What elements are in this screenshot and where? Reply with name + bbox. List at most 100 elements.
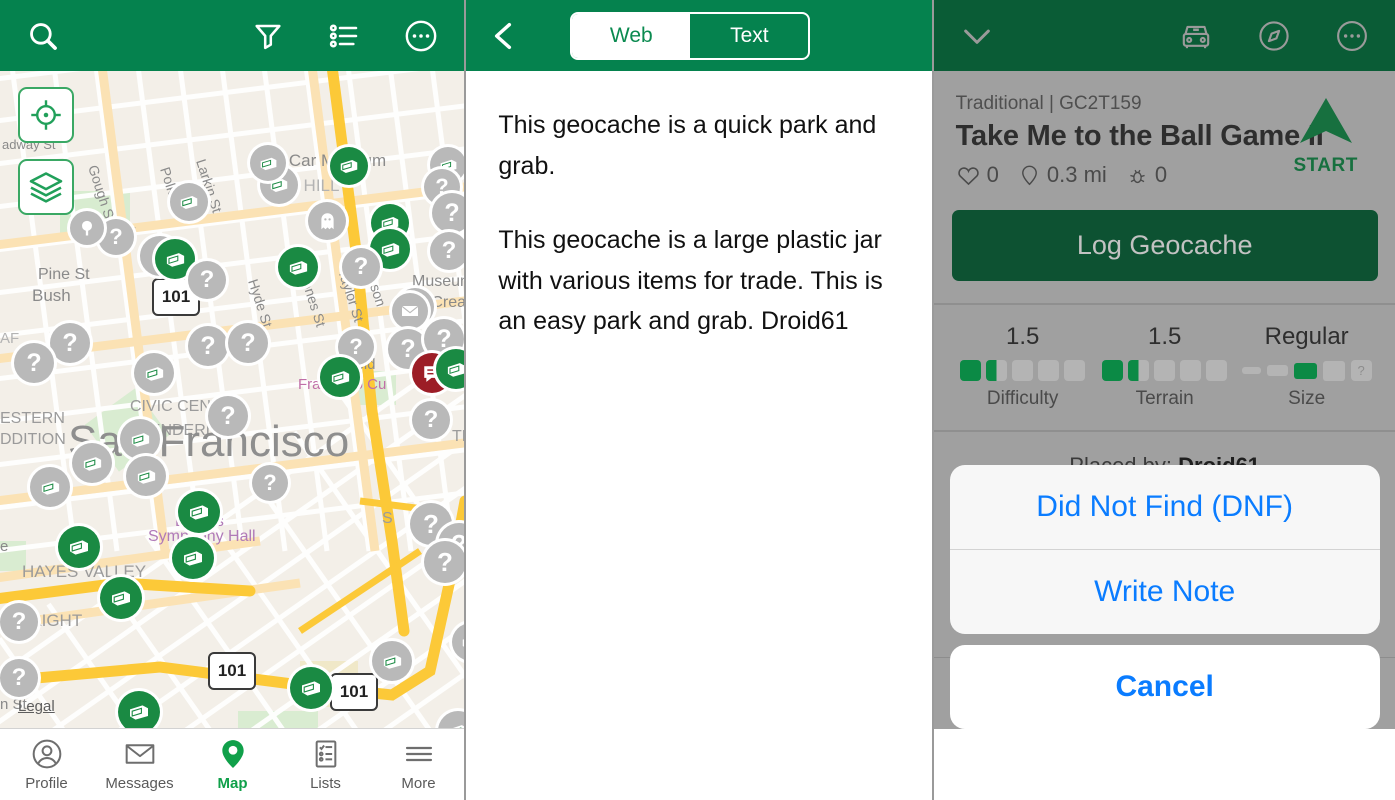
log-geocache-button[interactable]: Log Geocache xyxy=(951,210,1378,281)
cache-marker-cache-box[interactable] xyxy=(170,183,208,221)
map-label: e xyxy=(0,538,8,555)
compass-icon[interactable] xyxy=(1257,19,1291,53)
map-label: AF xyxy=(0,330,19,347)
cache-marker-question[interactable]: ? xyxy=(252,465,288,501)
favorites-stat: 0 xyxy=(956,162,999,188)
pip xyxy=(986,360,1008,381)
center-on-location-button[interactable] xyxy=(18,87,74,143)
cache-marker-cache-box[interactable] xyxy=(330,147,368,185)
difficulty-value: 1.5 xyxy=(1005,323,1040,350)
tab-messages[interactable]: Messages xyxy=(93,738,186,792)
map-pin-icon xyxy=(221,739,244,768)
cache-marker-tree[interactable] xyxy=(70,211,104,245)
start-navigation-button[interactable]: START xyxy=(1280,95,1372,177)
back-chevron-icon[interactable] xyxy=(488,20,520,52)
cache-marker-question[interactable]: ? xyxy=(188,326,228,366)
filter-funnel-icon[interactable] xyxy=(252,20,284,52)
cache-marker-question[interactable]: ? xyxy=(0,603,38,641)
cache-marker-question[interactable]: ? xyxy=(342,248,380,286)
trackable-bug-icon xyxy=(1130,169,1145,183)
navigation-arrow-icon xyxy=(1299,98,1352,143)
three-panel-screenshot: adway St Gough St Larkin St Polk St able Car… xyxy=(0,0,1395,800)
cache-marker-question[interactable]: ? xyxy=(432,193,465,233)
log-action-sheet: Did Not Find (DNF) Write Note Cancel xyxy=(949,465,1380,729)
pip xyxy=(1038,360,1060,381)
size-unknown: ? xyxy=(1350,360,1372,381)
cache-marker-cache-box[interactable] xyxy=(134,353,174,393)
map-layers-button[interactable] xyxy=(18,159,74,215)
cache-header xyxy=(933,0,1395,71)
cache-marker-question[interactable]: ? xyxy=(430,232,465,270)
cache-description: This geocache is a quick park and grab. … xyxy=(466,71,931,342)
cache-header-actions xyxy=(1179,19,1369,53)
map-label: Bush xyxy=(32,286,71,305)
action-did-not-find[interactable]: Did Not Find (DNF) xyxy=(950,465,1380,549)
cache-marker-question[interactable]: ? xyxy=(188,261,226,299)
tab-label: Lists xyxy=(310,774,341,792)
tab-label: Messages xyxy=(105,774,174,792)
cache-marker-question[interactable]: ? xyxy=(14,343,54,383)
size-regular xyxy=(1293,362,1317,379)
tab-map[interactable]: Map xyxy=(186,738,279,792)
pip xyxy=(1128,360,1150,381)
cache-marker-question[interactable]: ? xyxy=(0,659,38,697)
trackables-count: 0 xyxy=(1154,162,1168,187)
search-icon[interactable] xyxy=(26,19,60,53)
difficulty-label: Difficulty xyxy=(986,388,1059,409)
cache-marker-envelope[interactable] xyxy=(392,293,428,329)
segment-text[interactable]: Text xyxy=(690,14,808,58)
cache-marker-cache-box[interactable] xyxy=(178,491,220,533)
highway-shield: 101 xyxy=(330,673,378,711)
cache-marker-cache-box[interactable] xyxy=(172,537,214,579)
cache-marker-cache-box[interactable] xyxy=(118,691,160,729)
legal-link[interactable]: Legal xyxy=(18,698,55,715)
map-canvas[interactable]: adway St Gough St Larkin St Polk St able Car… xyxy=(0,71,465,729)
web-text-segmented-control[interactable]: Web Text xyxy=(570,11,811,60)
cache-marker-cache-box[interactable] xyxy=(30,467,70,507)
cache-marker-cache-box[interactable] xyxy=(320,357,360,397)
map-label: S xyxy=(382,510,393,527)
cache-marker-cache-box[interactable] xyxy=(58,526,100,568)
tab-label: Profile xyxy=(25,774,68,792)
cache-marker-cache-box[interactable] xyxy=(120,419,160,459)
size-pips: ? xyxy=(1241,360,1372,381)
cache-marker-question[interactable]: ? xyxy=(50,323,90,363)
description-header: Web Text xyxy=(466,0,932,71)
car-icon[interactable] xyxy=(1179,19,1213,53)
heart-icon xyxy=(957,166,979,185)
cache-marker-question[interactable]: ? xyxy=(412,401,450,439)
tab-label: Map xyxy=(217,774,248,792)
terrain-pips xyxy=(1102,360,1228,381)
action-sheet-options: Did Not Find (DNF) Write Note xyxy=(949,465,1380,634)
cache-detail-body: Traditional | GC2T159 Take Me to the Bal… xyxy=(933,71,1395,729)
more-ellipsis-icon[interactable] xyxy=(1335,19,1369,53)
cache-marker-cache-box[interactable] xyxy=(100,577,142,619)
pip xyxy=(1154,360,1176,381)
segment-web[interactable]: Web xyxy=(572,13,691,58)
cache-marker-cache-box[interactable] xyxy=(278,247,318,287)
bulleted-list-icon[interactable] xyxy=(328,20,360,52)
cache-marker-question[interactable]: ? xyxy=(424,541,465,583)
cache-marker-cache-box[interactable] xyxy=(126,456,166,496)
more-ellipsis-icon[interactable] xyxy=(404,19,438,53)
cache-marker-question[interactable]: ? xyxy=(228,323,268,363)
hamburger-icon xyxy=(405,746,432,761)
size-large xyxy=(1322,360,1345,381)
crosshair-icon xyxy=(31,100,61,130)
action-write-note[interactable]: Write Note xyxy=(950,550,1380,634)
action-cancel[interactable]: Cancel xyxy=(949,645,1380,729)
cache-marker-cache-box[interactable] xyxy=(250,145,286,181)
cache-marker-cache-box[interactable] xyxy=(372,641,412,681)
cache-marker-cache-box[interactable] xyxy=(72,443,112,483)
cache-marker-question[interactable]: ? xyxy=(208,396,248,436)
tab-profile[interactable]: Profile xyxy=(0,738,93,792)
tab-lists[interactable]: Lists xyxy=(279,738,372,792)
difficulty-pips xyxy=(960,360,1086,381)
map-pin-outline-icon xyxy=(1021,165,1037,185)
map-header xyxy=(0,0,465,71)
chevron-down-icon[interactable] xyxy=(960,19,994,53)
cache-marker-ghost[interactable] xyxy=(308,202,346,240)
tab-more[interactable]: More xyxy=(372,738,464,792)
trackables-stat: 0 xyxy=(1126,162,1167,188)
cache-marker-cache-box[interactable] xyxy=(290,667,332,709)
